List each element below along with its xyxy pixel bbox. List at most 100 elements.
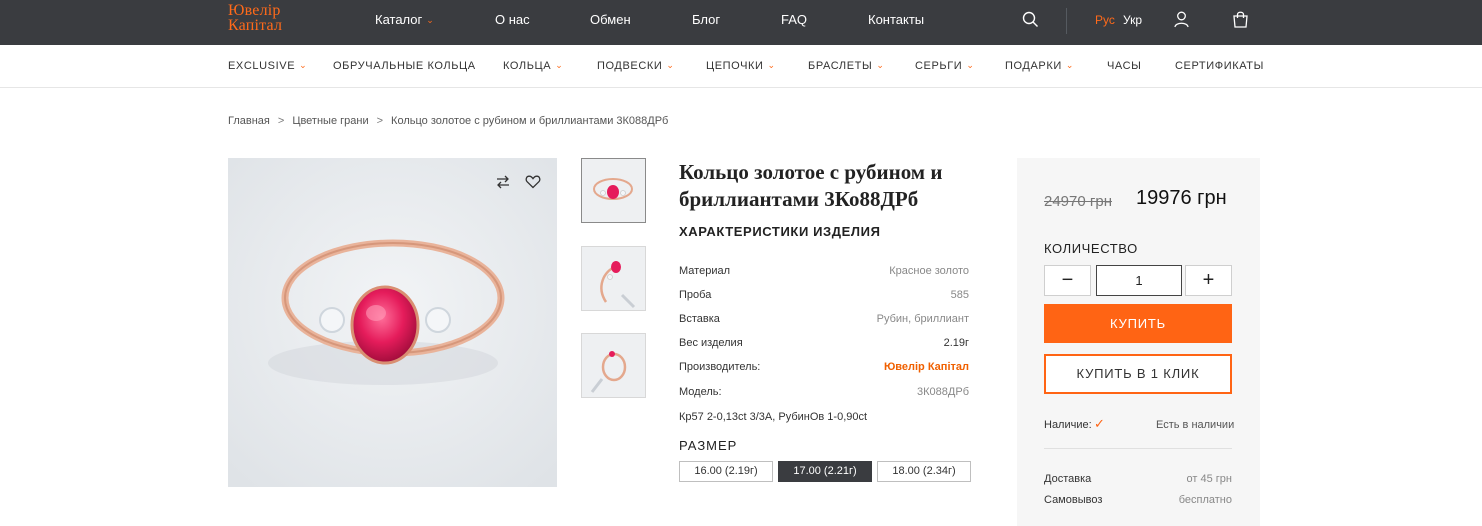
current-price: 19976 грн: [1136, 187, 1227, 209]
heart-icon[interactable]: [525, 174, 541, 189]
category-label: ЦЕПОЧКИ: [706, 60, 764, 72]
chevron-down-icon: ⌄: [966, 60, 975, 70]
category-chains[interactable]: ЦЕПОЧКИ ⌄: [706, 60, 776, 72]
spec-label: Материал: [679, 265, 730, 277]
specs-heading: ХАРАКТЕРИСТИКИ ИЗДЕЛИЯ: [679, 224, 881, 239]
spec-row-probe: Проба 585: [679, 289, 969, 301]
chevron-down-icon: ⌄: [666, 60, 675, 70]
spec-row-model: Модель: 3К088ДРб: [679, 386, 969, 398]
ring-photo: [228, 158, 557, 487]
nav-blog[interactable]: Блог: [692, 12, 720, 27]
spec-label: Вставка: [679, 313, 720, 325]
spec-label: Производитель:: [679, 361, 761, 373]
nav-contacts[interactable]: Контакты: [868, 12, 924, 27]
spec-value: 2.19г: [943, 337, 969, 349]
compare-icon[interactable]: [495, 174, 511, 190]
buy-one-click-button[interactable]: КУПИТЬ В 1 КЛИК: [1044, 354, 1232, 394]
manufacturer-link[interactable]: Ювелір Капітал: [884, 361, 969, 373]
spec-value: Рубин, бриллиант: [876, 313, 969, 325]
nav-about[interactable]: О нас: [495, 12, 530, 27]
category-gifts[interactable]: ПОДАРКИ ⌄: [1005, 60, 1074, 72]
thumbnail-3[interactable]: [581, 333, 646, 398]
quantity-heading: КОЛИЧЕСТВО: [1044, 241, 1138, 256]
chevron-down-icon: ⌄: [767, 60, 776, 70]
spec-row-manufacturer: Производитель: Ювелір Капітал: [679, 361, 969, 373]
thumbnail-1[interactable]: [581, 158, 646, 223]
stones-note: Кр57 2-0,13ct 3/3А, РубинОв 1-0,90ct: [679, 411, 868, 423]
spec-row-weight: Вес изделия 2.19г: [679, 337, 969, 349]
thumbnail-2[interactable]: [581, 246, 646, 311]
breadcrumb-current: Кольцо золотое с рубином и бриллиантами …: [391, 115, 669, 127]
availability-label: Наличие:: [1044, 419, 1092, 431]
spec-label: Модель:: [679, 386, 722, 398]
nav-catalog[interactable]: Каталог ⌄: [375, 12, 434, 27]
size-heading: РАЗМЕР: [679, 438, 738, 453]
nav-catalog-label: Каталог: [375, 12, 423, 27]
spec-label: Проба: [679, 289, 712, 301]
logo[interactable]: Ювелір Капітал: [228, 2, 283, 34]
product-main-image[interactable]: [228, 158, 557, 487]
cart-icon[interactable]: [1232, 10, 1249, 28]
category-watches[interactable]: ЧАСЫ: [1107, 60, 1142, 72]
category-label: ПОДВЕСКИ: [597, 60, 663, 72]
top-bar: Ювелір Капітал Каталог ⌄ О нас Обмен Блог…: [0, 0, 1482, 45]
nav-faq[interactable]: FAQ: [781, 12, 807, 27]
category-bracelets[interactable]: БРАСЛЕТЫ ⌄: [808, 60, 884, 72]
availability-value: Есть в наличии: [1156, 419, 1235, 431]
delivery-label: Доставка: [1044, 473, 1092, 485]
lang-ua[interactable]: Укр: [1123, 13, 1142, 27]
ring-thumbnail: [600, 261, 636, 309]
category-rings[interactable]: КОЛЬЦА ⌄: [503, 60, 563, 72]
category-certificates[interactable]: СЕРТИФИКАТЫ: [1175, 60, 1264, 72]
quantity-increase-button[interactable]: +: [1185, 265, 1232, 296]
size-option-17[interactable]: 17.00 (2.21г): [778, 461, 872, 482]
breadcrumb-home[interactable]: Главная: [228, 115, 270, 127]
category-exclusive[interactable]: EXCLUSIVE ⌄: [228, 60, 307, 72]
delivery-value: от 45 грн: [1186, 473, 1232, 485]
breadcrumb-separator: >: [277, 115, 285, 127]
product-title: Кольцо золотое с рубином и бриллиантами …: [679, 160, 943, 211]
category-label: ПОДАРКИ: [1005, 60, 1062, 72]
category-pendants[interactable]: ПОДВЕСКИ ⌄: [597, 60, 675, 72]
lang-ru[interactable]: Рус: [1095, 13, 1115, 27]
chevron-down-icon: ⌄: [299, 60, 308, 70]
chevron-down-icon: ⌄: [555, 60, 564, 70]
ring-thumbnail: [590, 351, 627, 393]
ring-thumbnail: [593, 178, 633, 200]
logo-line-2: Капітал: [228, 17, 283, 34]
breadcrumb: Главная > Цветные грани > Кольцо золотое с р…: [228, 115, 676, 127]
category-nav: EXCLUSIVE ⌄ ОБРУЧАЛЬНЫЕ КОЛЬЦА КОЛЬЦА ⌄ ПО…: [0, 45, 1482, 88]
spec-label: Вес изделия: [679, 337, 743, 349]
spec-row-insert: Вставка Рубин, бриллиант: [679, 313, 969, 325]
category-label: СЕРЬГИ: [915, 60, 963, 72]
size-option-16[interactable]: 16.00 (2.19г): [679, 461, 773, 482]
chevron-down-icon: ⌄: [1065, 60, 1075, 70]
size-option-18[interactable]: 18.00 (2.34г): [877, 461, 971, 482]
nav-exchange[interactable]: Обмен: [590, 12, 631, 27]
buy-button[interactable]: КУПИТЬ: [1044, 304, 1232, 343]
category-earrings[interactable]: СЕРЬГИ ⌄: [915, 60, 974, 72]
spec-value: Красное золото: [889, 265, 969, 277]
spec-value: 585: [950, 289, 969, 301]
chevron-down-icon: ⌄: [426, 15, 434, 25]
quantity-input[interactable]: 1: [1096, 265, 1182, 296]
category-label: КОЛЬЦА: [503, 60, 552, 72]
chevron-down-icon: ⌄: [876, 60, 885, 70]
panel-divider: [1044, 448, 1232, 449]
logo-line-1: Ювелір: [228, 2, 281, 19]
check-icon: ✓: [1094, 416, 1105, 431]
quantity-decrease-button[interactable]: −: [1044, 265, 1091, 296]
old-price: 24970 грн: [1044, 193, 1112, 210]
breadcrumb-separator: >: [376, 115, 384, 127]
category-label: EXCLUSIVE: [228, 60, 296, 72]
user-icon[interactable]: [1174, 11, 1189, 28]
spec-row-material: Материал Красное золото: [679, 265, 969, 277]
category-wedding-rings[interactable]: ОБРУЧАЛЬНЫЕ КОЛЬЦА: [333, 60, 476, 72]
divider: [1066, 8, 1067, 34]
pickup-label: Самовывоз: [1044, 494, 1103, 506]
spec-value: 3К088ДРб: [917, 386, 969, 398]
search-icon[interactable]: [1022, 11, 1039, 28]
category-label: БРАСЛЕТЫ: [808, 60, 873, 72]
pickup-value: бесплатно: [1178, 494, 1232, 506]
breadcrumb-category[interactable]: Цветные грани: [292, 115, 368, 127]
